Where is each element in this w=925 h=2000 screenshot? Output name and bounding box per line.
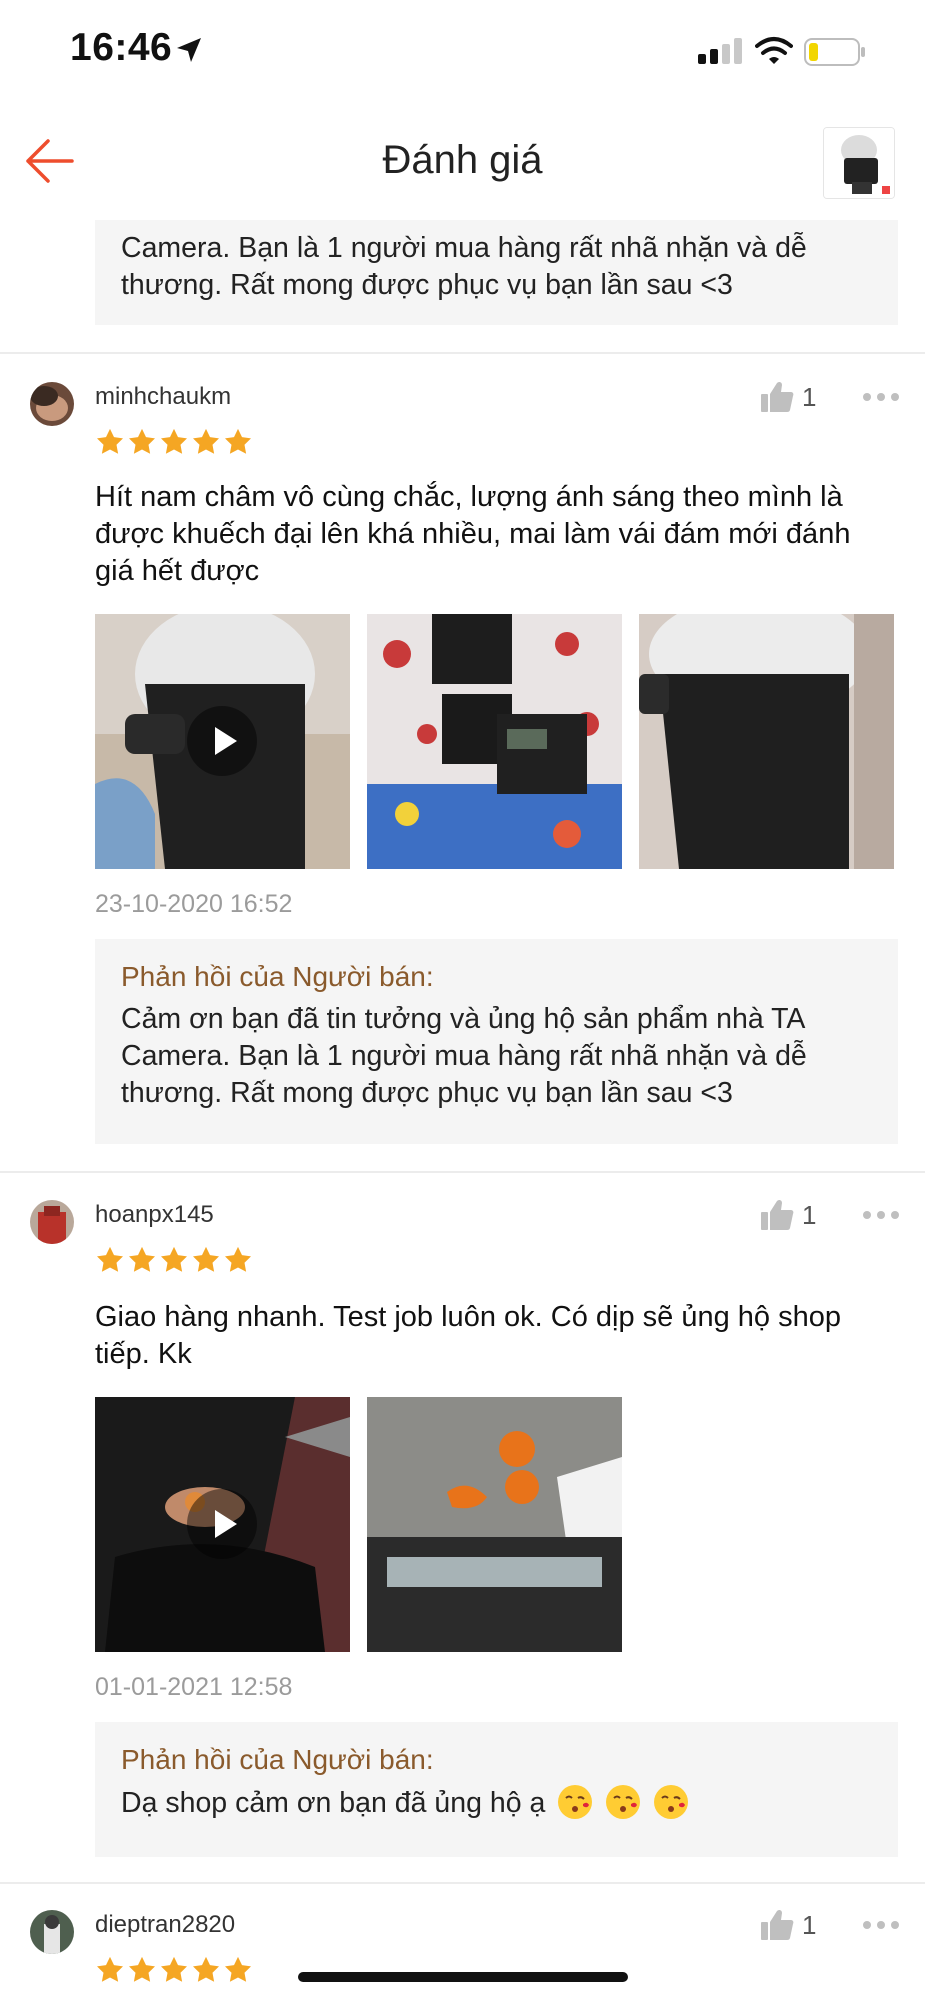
review-photo[interactable] [367, 614, 622, 869]
battery-icon [804, 38, 865, 66]
review-date: 23-10-2020 16:52 [95, 890, 293, 918]
reply-line: Dạ shop cảm ơn bạn đã ủng hộ ạ [121, 1784, 872, 1822]
more-options-icon[interactable] [862, 1208, 900, 1226]
reply-text: Dạ shop cảm ơn bạn đã ủng hộ ạ [121, 1787, 546, 1819]
star-rating [95, 427, 253, 457]
star-icon [129, 1246, 155, 1272]
reply-line: thương. Rất mong được phục vụ bạn lần sa… [121, 1077, 733, 1109]
review-video-thumbnail[interactable] [95, 1397, 350, 1652]
avatar[interactable] [30, 1910, 74, 1954]
star-rating [95, 1955, 253, 1985]
reviewer-username[interactable]: dieptran2820 [95, 1911, 235, 1939]
star-icon [161, 428, 187, 454]
play-icon[interactable] [187, 1489, 257, 1559]
review-date: 01-01-2021 12:58 [95, 1673, 293, 1701]
home-indicator[interactable] [298, 1972, 628, 1982]
star-icon [97, 1246, 123, 1272]
like-button[interactable]: 1 [760, 1908, 816, 1942]
kissing-face-icon [558, 1785, 593, 1819]
review-text-line: Hít nam châm vô cùng chắc, lượng ánh sán… [95, 481, 843, 513]
review-text-line: Giao hàng nhanh. Test job luôn ok. Có dị… [95, 1301, 841, 1333]
more-options-icon[interactable] [862, 390, 900, 408]
star-icon [129, 1956, 155, 1982]
cellular-signal-icon [698, 38, 742, 64]
like-button[interactable]: 1 [760, 380, 816, 414]
reviews-list[interactable]: Camera. Bạn là 1 người mua hàng rất nhã … [0, 0, 925, 2000]
like-count: 1 [802, 1199, 817, 1230]
seller-reply-box: Phản hồi của Người bán: Cảm ơn bạn đã ti… [95, 939, 898, 1144]
like-button[interactable]: 1 [760, 1198, 816, 1232]
review-video-thumbnail[interactable] [95, 614, 350, 869]
navigation-header: Đánh giá [0, 100, 925, 220]
page-title: Đánh giá [382, 138, 543, 182]
star-icon [193, 1956, 219, 1982]
like-count: 1 [802, 1909, 817, 1940]
status-time: 16:46 [70, 26, 173, 69]
reply-line: Camera. Bạn là 1 người mua hàng rất nhã … [121, 232, 807, 264]
reply-title: Phản hồi của Người bán: [121, 961, 434, 992]
star-icon [161, 1956, 187, 1982]
thumbs-up-icon [761, 381, 794, 412]
reviewer-username[interactable]: minhchaukm [95, 383, 231, 411]
review-text: Hít nam châm vô cùng chắc, lượng ánh sán… [95, 479, 905, 590]
divider [0, 1882, 925, 1884]
seller-reply-box: Phản hồi của Người bán: Dạ shop cảm ơn b… [95, 1722, 898, 1857]
like-count: 1 [802, 381, 817, 412]
review-text-line: tiếp. Kk [95, 1338, 192, 1370]
review-text: Giao hàng nhanh. Test job luôn ok. Có dị… [95, 1299, 905, 1373]
reply-line: Camera. Bạn là 1 người mua hàng rất nhã … [121, 1040, 807, 1072]
star-rating [95, 1245, 253, 1275]
reply-line: thương. Rất mong được phục vụ bạn lần sa… [121, 269, 733, 301]
star-icon [161, 1246, 187, 1272]
location-arrow-icon [177, 38, 201, 62]
review-photo[interactable] [367, 1397, 622, 1652]
star-icon [129, 428, 155, 454]
avatar[interactable] [30, 382, 74, 426]
reply-line: Cảm ơn bạn đã tin tưởng và ủng hộ sản ph… [121, 1003, 806, 1035]
status-bar: 16:46 [0, 0, 925, 100]
wifi-icon [755, 37, 793, 64]
review-text-line: được khuếch đại lên khá nhiều, mai làm v… [95, 518, 851, 550]
reviewer-username[interactable]: hoanpx145 [95, 1201, 214, 1229]
divider [0, 352, 925, 354]
star-icon [225, 428, 251, 454]
reply-title: Phản hồi của Người bán: [121, 1744, 434, 1775]
star-icon [97, 428, 123, 454]
avatar[interactable] [30, 1200, 74, 1244]
star-icon [97, 1956, 123, 1982]
star-icon [193, 428, 219, 454]
reviews-screen: Camera. Bạn là 1 người mua hàng rất nhã … [0, 0, 925, 2000]
thumbs-up-icon [761, 1199, 794, 1230]
divider [0, 1171, 925, 1173]
review-photo[interactable] [639, 614, 894, 869]
thumbs-up-icon [761, 1909, 794, 1940]
play-icon[interactable] [187, 706, 257, 776]
kissing-face-icon [654, 1785, 689, 1819]
product-thumbnail[interactable] [823, 127, 895, 199]
star-icon [225, 1956, 251, 1982]
review-text-line: giá hết được [95, 555, 260, 587]
more-options-icon[interactable] [862, 1918, 900, 1936]
kissing-face-icon [606, 1785, 641, 1819]
star-icon [193, 1246, 219, 1272]
star-icon [225, 1246, 251, 1272]
